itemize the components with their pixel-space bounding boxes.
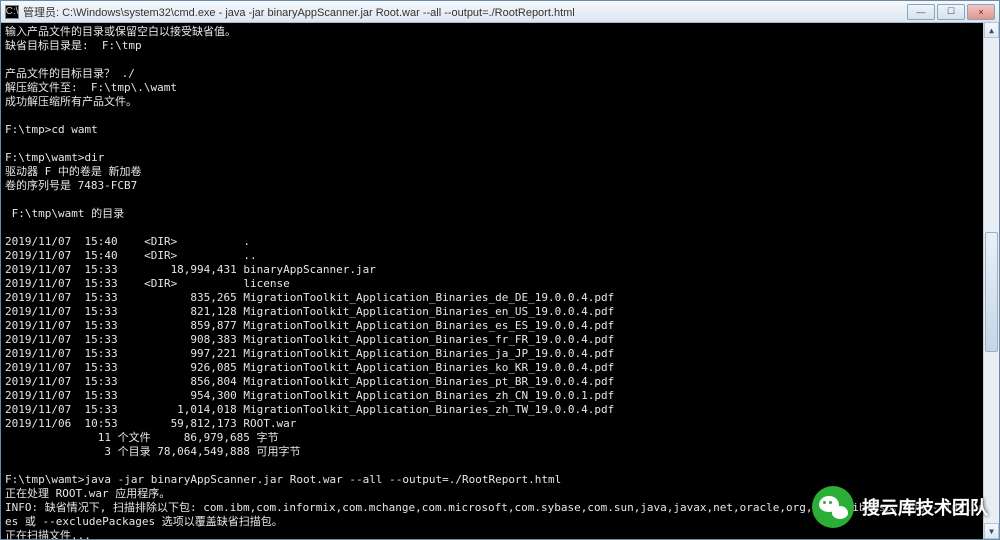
terminal-line bbox=[5, 137, 995, 151]
minimize-button[interactable]: — bbox=[907, 4, 935, 20]
terminal-line: 2019/11/07 15:33 1,014,018 MigrationTool… bbox=[5, 403, 995, 417]
terminal-line: F:\tmp\wamt>dir bbox=[5, 151, 995, 165]
terminal-line: F:\tmp>cd wamt bbox=[5, 123, 995, 137]
terminal-line bbox=[5, 459, 995, 473]
terminal-line: 输入产品文件的目录或保留空白以接受缺省值。 bbox=[5, 25, 995, 39]
terminal-line: 缺省目标目录是: F:\tmp bbox=[5, 39, 995, 53]
terminal-line: 2019/11/07 15:33 835,265 MigrationToolki… bbox=[5, 291, 995, 305]
terminal-line: 2019/11/07 15:33 856,804 MigrationToolki… bbox=[5, 375, 995, 389]
terminal-line bbox=[5, 109, 995, 123]
terminal-line: INFO: 缺省情况下, 扫描排除以下包: com.ibm,com.inform… bbox=[5, 501, 995, 515]
terminal-line: 2019/11/07 15:33 908,383 MigrationToolki… bbox=[5, 333, 995, 347]
terminal-line: 2019/11/06 10:53 59,812,173 ROOT.war bbox=[5, 417, 995, 431]
maximize-button[interactable]: ☐ bbox=[937, 4, 965, 20]
close-button[interactable]: × bbox=[967, 4, 995, 20]
terminal-line: 2019/11/07 15:33 821,128 MigrationToolki… bbox=[5, 305, 995, 319]
window-title: 管理员: C:\Windows\system32\cmd.exe - java … bbox=[23, 4, 907, 20]
terminal-line: 产品文件的目标目录？ ./ bbox=[5, 67, 995, 81]
cmd-window: C:\ 管理员: C:\Windows\system32\cmd.exe - j… bbox=[0, 0, 1000, 540]
scroll-up-button[interactable]: ▲ bbox=[984, 22, 999, 38]
terminal-line: 2019/11/07 15:40 <DIR> .. bbox=[5, 249, 995, 263]
terminal-line: F:\tmp\wamt>java -jar binaryAppScanner.j… bbox=[5, 473, 995, 487]
terminal-line: 成功解压缩所有产品文件。 bbox=[5, 95, 995, 109]
terminal-line: 解压缩文件至: F:\tmp\.\wamt bbox=[5, 81, 995, 95]
terminal-line: 2019/11/07 15:33 997,221 MigrationToolki… bbox=[5, 347, 995, 361]
scroll-down-button[interactable]: ▼ bbox=[984, 523, 999, 539]
terminal-line: 驱动器 F 中的卷是 新加卷 bbox=[5, 165, 995, 179]
terminal-line: 2019/11/07 15:33 <DIR> license bbox=[5, 277, 995, 291]
vertical-scrollbar[interactable]: ▲ ▼ bbox=[983, 22, 999, 539]
terminal-line: 正在扫描文件... bbox=[5, 529, 995, 539]
titlebar[interactable]: C:\ 管理员: C:\Windows\system32\cmd.exe - j… bbox=[1, 1, 999, 23]
terminal-line bbox=[5, 193, 995, 207]
terminal-line: 卷的序列号是 7483-FCB7 bbox=[5, 179, 995, 193]
window-buttons: — ☐ × bbox=[907, 4, 995, 20]
terminal-line: 11 个文件 86,979,685 字节 bbox=[5, 431, 995, 445]
terminal-line: 3 个目录 78,064,549,888 可用字节 bbox=[5, 445, 995, 459]
terminal-line: 2019/11/07 15:33 18,994,431 binaryAppSca… bbox=[5, 263, 995, 277]
terminal-line: 2019/11/07 15:33 859,877 MigrationToolki… bbox=[5, 319, 995, 333]
terminal-line: 2019/11/07 15:33 926,085 MigrationToolki… bbox=[5, 361, 995, 375]
terminal-line: 2019/11/07 15:40 <DIR> . bbox=[5, 235, 995, 249]
terminal-line: 2019/11/07 15:33 954,300 MigrationToolki… bbox=[5, 389, 995, 403]
terminal-line: 正在处理 ROOT.war 应用程序。 bbox=[5, 487, 995, 501]
terminal-output[interactable]: 输入产品文件的目录或保留空白以接受缺省值。缺省目标目录是: F:\tmp 产品文… bbox=[1, 23, 999, 539]
terminal-line bbox=[5, 53, 995, 67]
cmd-icon: C:\ bbox=[5, 5, 19, 19]
terminal-line bbox=[5, 221, 995, 235]
scroll-track[interactable] bbox=[984, 38, 999, 523]
terminal-line: F:\tmp\wamt 的目录 bbox=[5, 207, 995, 221]
scroll-thumb[interactable] bbox=[985, 232, 998, 352]
terminal-line: es 或 --excludePackages 选项以覆盖缺省扫描包。 bbox=[5, 515, 995, 529]
